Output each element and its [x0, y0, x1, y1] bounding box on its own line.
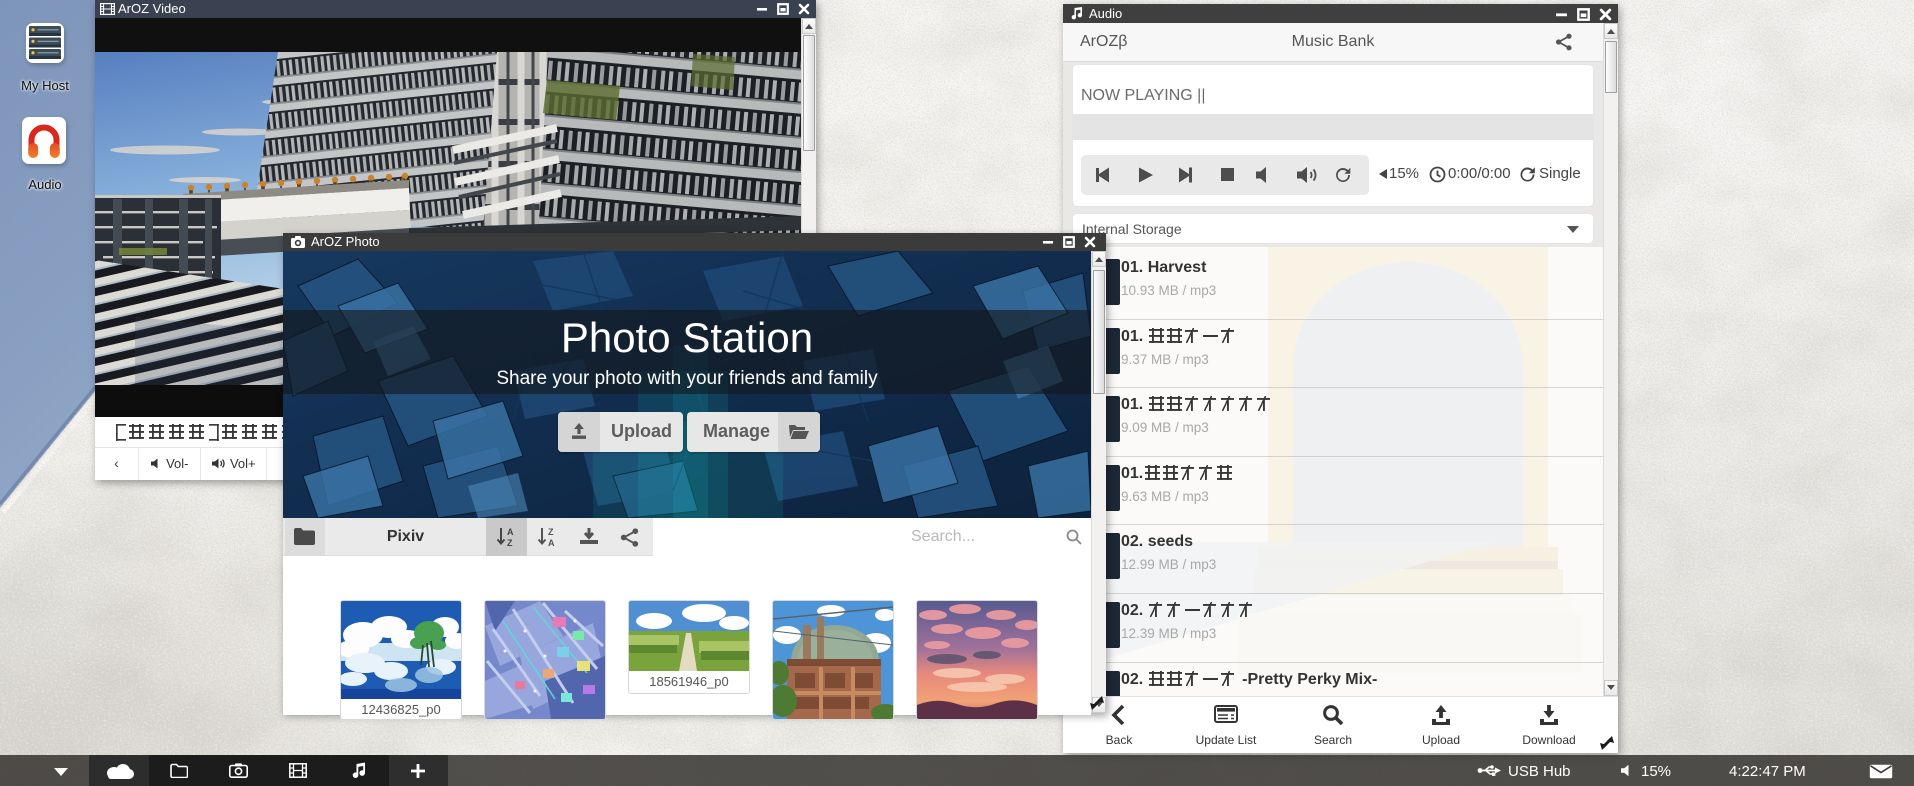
svg-text:Z: Z [507, 538, 513, 547]
svg-text:A: A [548, 538, 555, 547]
svg-text:Z: Z [548, 527, 554, 537]
svg-text:A: A [507, 527, 514, 537]
